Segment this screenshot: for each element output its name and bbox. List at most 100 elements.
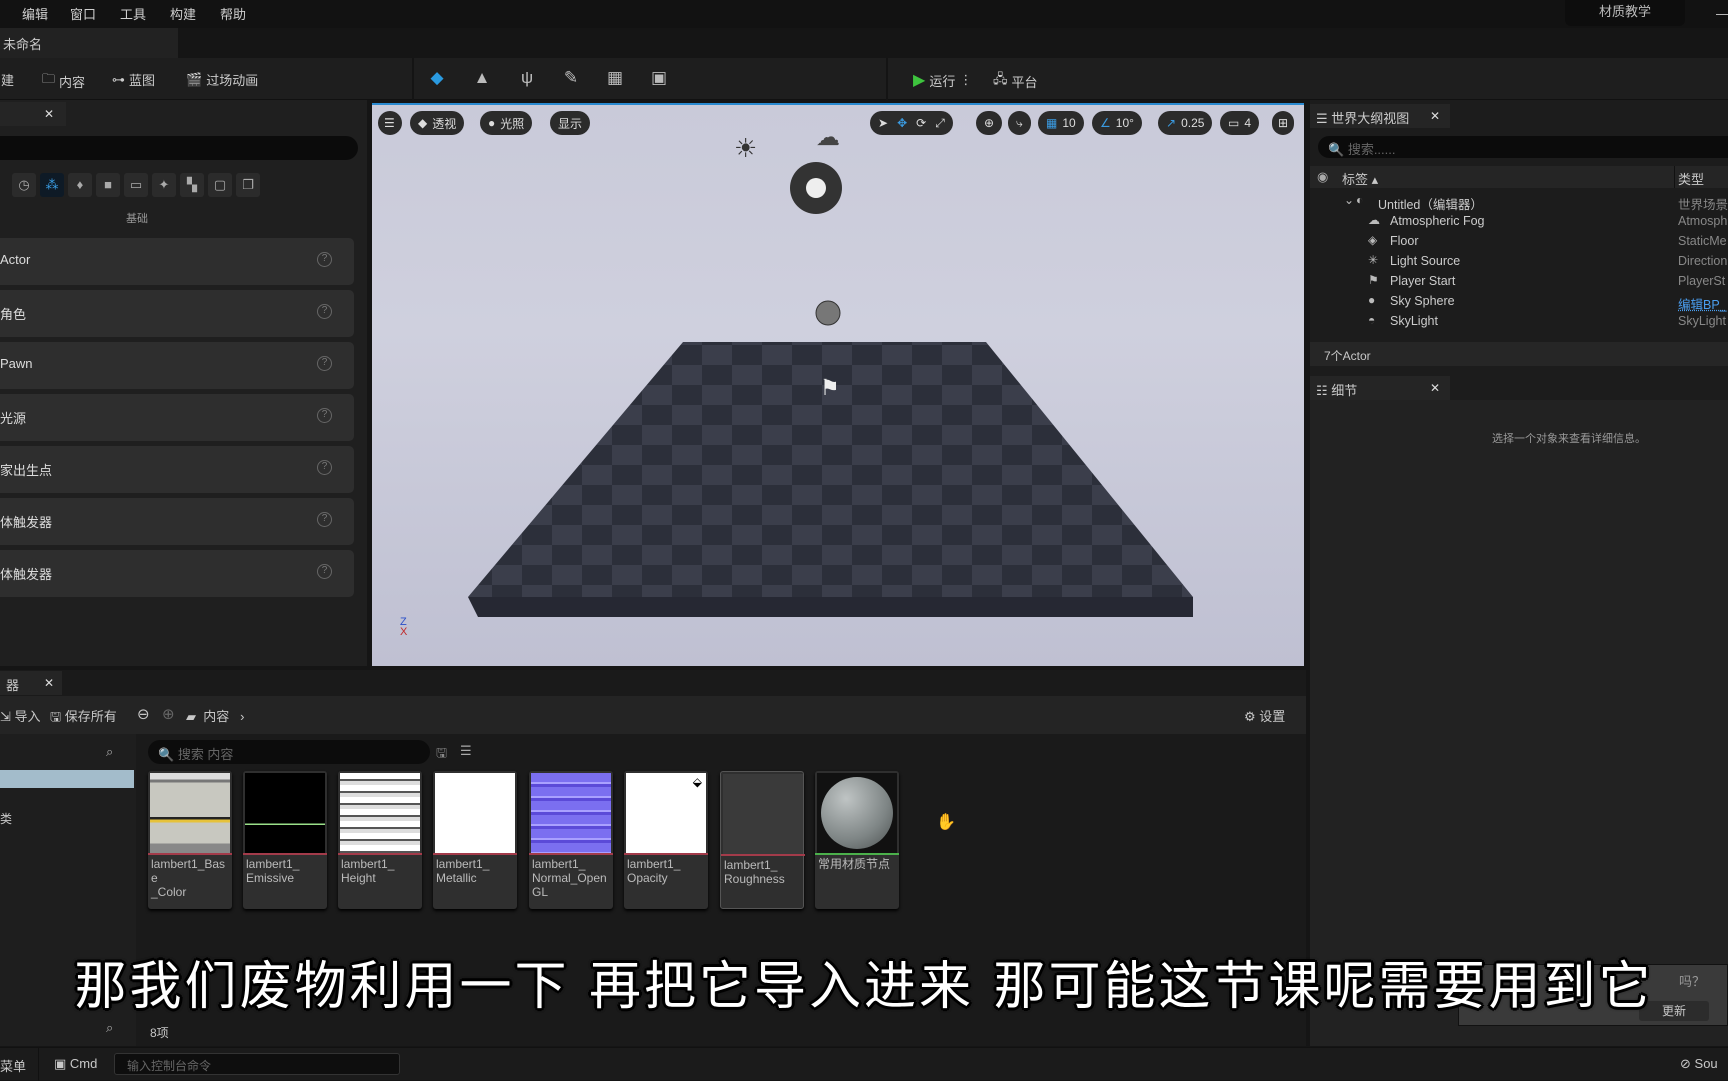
place-item-actor[interactable]: Actor?	[0, 238, 354, 285]
cinematics-button[interactable]: 🎬 过场动画	[186, 70, 258, 89]
place-item-character[interactable]: 角色?	[0, 290, 354, 337]
search-icon[interactable]: ⌕	[106, 1020, 113, 1036]
content-search-input[interactable]: 🔍 搜索 内容	[148, 740, 430, 764]
help-icon[interactable]: ?	[317, 356, 332, 371]
all-classes-icon[interactable]: ❐	[236, 173, 260, 197]
menu-help[interactable]: 帮助	[220, 4, 246, 23]
filter-icon[interactable]: ☰	[460, 743, 472, 759]
outliner-row[interactable]: ⌄ ◐ Untitled（编辑器） 世界场景	[1310, 192, 1728, 212]
close-icon[interactable]: ✕	[1430, 109, 1440, 123]
visibility-icon[interactable]: ◉	[1317, 169, 1328, 185]
menu-window[interactable]: 窗口	[70, 4, 96, 23]
outliner-row[interactable]: ● Sky Sphere 编辑BP_	[1310, 292, 1728, 312]
rotate-icon[interactable]: ⟳	[916, 116, 926, 130]
outliner-row[interactable]: ✳ Light Source Direction	[1310, 252, 1728, 272]
world-local-toggle[interactable]: ⊕	[976, 111, 1003, 135]
platform-button[interactable]: 🖧 平台	[993, 70, 1038, 92]
save-all-button[interactable]: 🖫 保存所有	[50, 706, 117, 730]
viewport-menu-button[interactable]: ☰	[378, 111, 402, 135]
cinematic-icon[interactable]: ▭	[124, 173, 148, 197]
place-item-player-start[interactable]: 家出生点?	[0, 446, 354, 493]
landscape-mode-icon[interactable]: ▲	[471, 68, 493, 90]
close-icon[interactable]: ✕	[44, 676, 54, 690]
asset-tile[interactable]: lambert1_ Normal_Open GL	[529, 771, 613, 909]
place-item-sphere-trigger[interactable]: 体触发器?	[0, 550, 354, 597]
minimize-button[interactable]: —	[1716, 6, 1728, 21]
play-button[interactable]: ▶ 运行 ⋮	[913, 70, 972, 90]
source-control-button[interactable]: ⊘ Sou	[1680, 1056, 1718, 1072]
details-tab[interactable]: ☷ 细节 ✕	[1310, 376, 1450, 400]
foliage-mode-icon[interactable]: ψ	[516, 68, 538, 90]
geometry-icon[interactable]: ▚	[180, 173, 204, 197]
place-item-light[interactable]: 光源?	[0, 394, 354, 441]
asset-tile[interactable]: lambert1_Base _Color	[148, 771, 232, 909]
help-icon[interactable]: ?	[317, 252, 332, 267]
settings-button[interactable]: ⚙ 设置	[1244, 706, 1285, 725]
console-input[interactable]: 输入控制台命令	[114, 1053, 400, 1075]
help-icon[interactable]: ?	[317, 564, 332, 579]
rotation-snap-button[interactable]: ∠ 10°	[1092, 111, 1142, 135]
menu-build[interactable]: 构建	[170, 4, 196, 23]
viewport-layout-button[interactable]: ⊞	[1272, 111, 1295, 135]
grid-snap-button[interactable]: ▦ 10	[1038, 111, 1084, 135]
show-button[interactable]: 显示	[550, 111, 591, 135]
outliner-row[interactable]: ◈ Floor StaticMe	[1310, 232, 1728, 252]
help-icon[interactable]: ?	[317, 408, 332, 423]
menu-tools[interactable]: 工具	[120, 4, 146, 23]
search-icon[interactable]: ⌕	[106, 744, 113, 760]
translate-icon[interactable]: ✥	[897, 116, 907, 130]
outliner-row[interactable]: ◓ SkyLight SkyLight	[1310, 312, 1728, 332]
asset-tile[interactable]: lambert1_ Metallic	[433, 771, 517, 909]
asset-tile[interactable]: ⬙ lambert1_ Opacity	[624, 771, 708, 909]
level-viewport[interactable]: ☀ ☁ ⚑ Z X ☰ ◆ 透视 ● 光照 显示 ➤ ✥ ⟳ ⤢ ⊕ ⤷ ▦ 10 ∠ 10°…	[372, 103, 1304, 666]
shapes-icon[interactable]: ■	[96, 173, 120, 197]
column-label[interactable]: 标签 ▴	[1342, 169, 1378, 188]
place-actors-search[interactable]	[0, 136, 358, 160]
asset-tile[interactable]: lambert1_ Emissive	[243, 771, 327, 909]
close-icon[interactable]: ✕	[44, 107, 54, 121]
scale-snap-button[interactable]: ↗ 0.25	[1158, 111, 1213, 135]
level-tab[interactable]: 未命名	[0, 28, 178, 58]
blueprint-button[interactable]: ⊶ 蓝图	[112, 70, 155, 89]
import-button[interactable]: ⇲ 导入	[0, 706, 41, 725]
brush-edit-mode-icon[interactable]: ▣	[648, 68, 670, 90]
place-item-pawn[interactable]: Pawn?	[0, 342, 354, 389]
lit-button[interactable]: ● 光照	[480, 111, 533, 135]
fracture-mode-icon[interactable]: ▦	[604, 68, 626, 90]
content-browser-tab[interactable]: 器 ✕	[0, 671, 62, 695]
visual-effects-icon[interactable]: ✦	[152, 173, 176, 197]
outliner-row[interactable]: ⚑ Player Start PlayerSt	[1310, 272, 1728, 292]
select-mode-icon[interactable]: ◆	[426, 68, 448, 90]
breadcrumb[interactable]: ▰ 内容 ›	[186, 706, 244, 725]
help-icon[interactable]: ?	[317, 512, 332, 527]
basic-category-icon[interactable]: ⁂	[40, 173, 64, 197]
help-icon[interactable]: ?	[317, 460, 332, 475]
place-actors-tab[interactable]: ✕	[0, 102, 66, 126]
select-icon[interactable]: ➤	[878, 116, 888, 130]
back-button[interactable]: ⊖	[137, 705, 150, 723]
content-button[interactable]: 🗀 内容	[42, 70, 85, 92]
create-button[interactable]: 创建	[0, 70, 14, 89]
perspective-button[interactable]: ◆ 透视	[410, 111, 465, 135]
recent-icon[interactable]: ◷	[12, 173, 36, 197]
close-icon[interactable]: ✕	[1430, 381, 1440, 395]
outliner-row[interactable]: ☁ Atmospheric Fog Atmosph	[1310, 212, 1728, 232]
asset-tile[interactable]: lambert1_ Roughness	[720, 771, 805, 909]
forward-button[interactable]: ⊕	[162, 705, 175, 723]
column-type[interactable]: 类型	[1678, 169, 1704, 188]
selected-folder[interactable]	[0, 770, 134, 788]
menu-edit[interactable]: 编辑	[22, 4, 48, 23]
save-search-icon[interactable]: 🖫	[436, 744, 447, 766]
volumes-icon[interactable]: ▢	[208, 173, 232, 197]
outliner-search-input[interactable]: 🔍 搜索......	[1318, 136, 1728, 158]
content-drawer-button[interactable]: 菜单	[0, 1056, 26, 1075]
camera-speed-button[interactable]: ▭ 4	[1220, 111, 1260, 135]
lights-icon[interactable]: ♦	[68, 173, 92, 197]
scale-icon[interactable]: ⤢	[935, 116, 945, 131]
place-item-box-trigger[interactable]: 体触发器?	[0, 498, 354, 545]
asset-tile[interactable]: lambert1_ Height	[338, 771, 422, 909]
paint-mode-icon[interactable]: ✎	[560, 68, 582, 90]
surface-snap-button[interactable]: ⤷	[1008, 111, 1031, 135]
outliner-tab[interactable]: ☰ 世界大纲视图 ✕	[1310, 104, 1450, 128]
asset-tile[interactable]: 常用材质节点	[815, 771, 899, 909]
